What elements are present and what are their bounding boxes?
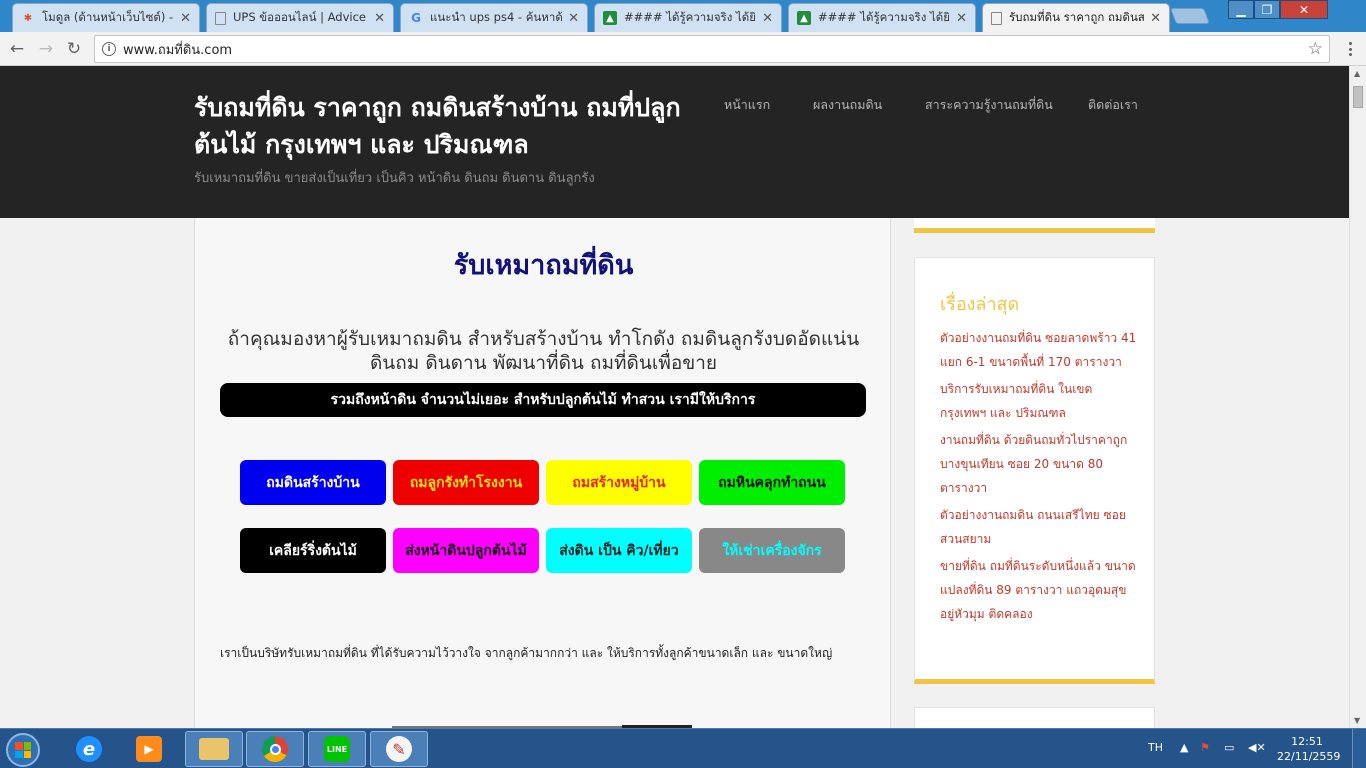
tab-title: รับถมที่ดิน ราคาถูก ถมดินสร้ [1009,10,1145,24]
tab-close-icon[interactable]: ✕ [956,11,967,26]
joomla-icon: ✱ [23,12,33,24]
tray-expand-icon[interactable]: ▲ [1180,741,1188,754]
taskbar-internet-explorer[interactable]: e [60,731,118,767]
sidebar-widget-top [914,218,1155,233]
tab-close-icon[interactable]: ✕ [374,11,385,26]
tab-title: โมดูล (ด้านหน้าเว็บไซต์) - hc [42,10,174,24]
language-indicator[interactable]: TH [1148,741,1163,754]
page-icon [215,11,226,25]
minimize-button[interactable]: ▁ [1228,0,1254,19]
tab-strip: ✱ โมดูล (ด้านหน้าเว็บไซต์) - hc ✕ UPS ข้… [0,0,1366,32]
paint-icon: ✎ [386,736,412,762]
clock-date: 22/11/2559 [1277,750,1341,763]
url-text[interactable]: www.ถมที่ดิน.com [123,39,232,60]
service-button-house-fill[interactable]: ถมดินสร้างบ้าน [240,460,386,505]
tab-close-icon[interactable]: ✕ [568,11,579,26]
service-button-laterite-factory[interactable]: ถมลูกรังทำโรงงาน [393,460,539,505]
page-heading: รับเหมาถมที่ดิน [453,250,634,281]
scroll-up-arrow-icon[interactable]: ▲ [1354,69,1360,78]
service-button-tree-clearing[interactable]: เคลียร์ริ่งต้นไม้ [240,528,386,573]
company-intro: เราเป็นบริษัทรับเหมาถมที่ดิน ที่ได้รับคว… [220,646,833,660]
tab-close-icon[interactable]: ✕ [1150,11,1161,26]
page-viewport: รับถมที่ดิน ราคาถูก ถมดินสร้างบ้าน ถมที่… [0,66,1349,728]
tab-close-icon[interactable]: ✕ [762,11,773,26]
recent-post-link[interactable]: ตัวอย่างงานถมที่ดิน ซอยลาดพร้าว 41 แยก 6… [940,326,1140,374]
scroll-down-arrow-icon[interactable]: ▼ [1354,716,1360,725]
tab-title: #### ได้รู้ความจริง ได้ยิงกว่ [818,10,950,24]
tab-title: UPS ข้อออนไลน์ | Advice ไ [233,10,369,24]
scroll-thumb[interactable] [1353,86,1363,108]
promo-banner: รวมถึงหน้าดิน จำนวนไม่เยอะ สำหรับปลูกต้น… [220,383,866,417]
recent-posts-widget: เรื่องล่าสุด ตัวอย่างงานถมที่ดิน ซอยลาดพ… [914,257,1155,684]
widget-title: เรื่องล่าสุด [940,294,1020,315]
action-center-icon[interactable]: ⚑ [1200,741,1210,754]
nav-portfolio[interactable]: ผลงานถมดิน [813,95,882,115]
back-button[interactable]: ← [6,38,28,60]
nav-home[interactable]: หน้าแรก [724,95,770,115]
close-window-button[interactable]: ✕ [1280,0,1328,19]
info-icon[interactable]: i [102,42,116,56]
page-scrollbar[interactable]: ▲ ▼ [1349,66,1366,728]
volume-muted-icon[interactable]: ◀✕ [1248,741,1266,754]
folder-icon [199,738,229,760]
site-header: รับถมที่ดิน ราคาถูก ถมดินสร้างบ้าน ถมที่… [0,66,1349,218]
browser-tab[interactable]: G แนะนำ ups ps4 - ค้นหาด้วย ✕ [400,3,588,32]
recent-posts-list: ตัวอย่างงานถมที่ดิน ซอยลาดพร้าว 41 แยก 6… [940,326,1140,629]
green-doc-icon: ▲ [797,11,811,25]
service-button-topsoil[interactable]: ส่งหน้าดินปลูกต้นไม้ [393,528,539,573]
browser-tab[interactable]: UPS ข้อออนไลน์ | Advice ไ ✕ [206,3,394,32]
new-tab-button[interactable] [1170,8,1210,24]
start-button[interactable] [6,733,40,767]
media-player-icon: ▶ [136,736,162,762]
maximize-button[interactable]: ❐ [1254,0,1280,19]
recent-post-link[interactable]: งานถมที่ดิน ด้วยดินถมทั่วไปราคาถูก บางขุ… [940,428,1140,500]
address-bar[interactable]: i www.ถมที่ดิน.com ☆ [94,35,1330,63]
green-doc-icon: ▲ [603,11,617,25]
google-icon: G [411,11,421,25]
taskbar-paint[interactable]: ✎ [370,731,428,767]
taskbar-file-explorer[interactable] [185,731,243,767]
clock-time: 12:51 [1291,735,1323,748]
bookmark-star-icon[interactable]: ☆ [1308,39,1323,59]
site-tagline: รับเหมาถมที่ดิน ขายส่งเป็นเที่ยว เป็นคิว… [194,171,595,186]
windows-taskbar: e ▶ LINE ✎ TH ▲ ⚑ ▭ ◀✕ 12:51 22/11/2559 [0,728,1366,768]
nav-knowledge[interactable]: สาระความรู้งานถมที่ดิน [925,95,1053,115]
tab-title: #### ได้รู้ความจริง ได้ยิงกว่ [624,10,756,24]
service-button-village-fill[interactable]: ถมสร้างหมู่บ้าน [546,460,692,505]
lead-paragraph: ถ้าคุณมองหาผู้รับเหมาถมดิน สำหรับสร้างบ้… [227,328,860,374]
browser-tab[interactable]: ✱ โมดูล (ด้านหน้าเว็บไซต์) - hc ✕ [12,3,200,32]
browser-tab[interactable]: ▲ #### ได้รู้ความจริง ได้ยิงกว่ ✕ [788,3,976,32]
forward-button[interactable]: → [35,38,57,60]
sidebar-widget-next [914,707,1155,728]
taskbar-chrome[interactable] [246,731,304,767]
internet-explorer-icon: e [76,736,102,762]
main-content: รับเหมาถมที่ดิน ถ้าคุณมองหาผู้รับเหมาถมด… [194,218,891,728]
browser-menu-icon[interactable] [1342,41,1358,57]
nav-contact[interactable]: ติดต่อเรา [1088,95,1138,115]
show-desktop-button[interactable] [1352,729,1366,768]
service-button-road-gravel[interactable]: ถมหินคลุกทำถนน [699,460,845,505]
system-clock[interactable]: 12:51 22/11/2559 [1277,734,1341,764]
site-title[interactable]: รับถมที่ดิน ราคาถูก ถมดินสร้างบ้าน ถมที่… [194,89,694,163]
recent-post-link[interactable]: ขายที่ดิน ถมที่ดินระดับหนึ่งแล้ว ขนาดแปล… [940,554,1140,626]
network-icon[interactable]: ▭ [1224,741,1234,754]
line-icon: LINE [324,736,350,762]
service-button-machine-rental[interactable]: ให้เช่าเครื่องจักร [699,528,845,573]
chrome-icon [262,736,288,762]
browser-tab[interactable]: ▲ #### ได้รู้ความจริง ได้ยิงกว่ ✕ [594,3,782,32]
tab-close-icon[interactable]: ✕ [180,11,191,26]
reload-button[interactable]: ↻ [63,38,85,60]
browser-tab-active[interactable]: รับถมที่ดิน ราคาถูก ถมดินสร้ ✕ [982,3,1170,32]
browser-toolbar: ← → ↻ i www.ถมที่ดิน.com ☆ [0,32,1366,66]
recent-post-link[interactable]: บริการรับเหมาถมที่ดิน ในเขต กรุงเทพฯ และ… [940,377,1140,425]
windows-logo-icon [15,742,31,758]
tab-title: แนะนำ ups ps4 - ค้นหาด้วย [430,10,563,24]
taskbar-media-player[interactable]: ▶ [120,731,178,767]
page-icon [991,11,1002,25]
service-button-soil-delivery[interactable]: ส่งดิน เป็น คิว/เที่ยว [546,528,692,573]
recent-post-link[interactable]: ตัวอย่างงานถมดิน ถนนเสรีไทย ซอยสวนสยาม [940,503,1140,551]
taskbar-line[interactable]: LINE [308,731,366,767]
